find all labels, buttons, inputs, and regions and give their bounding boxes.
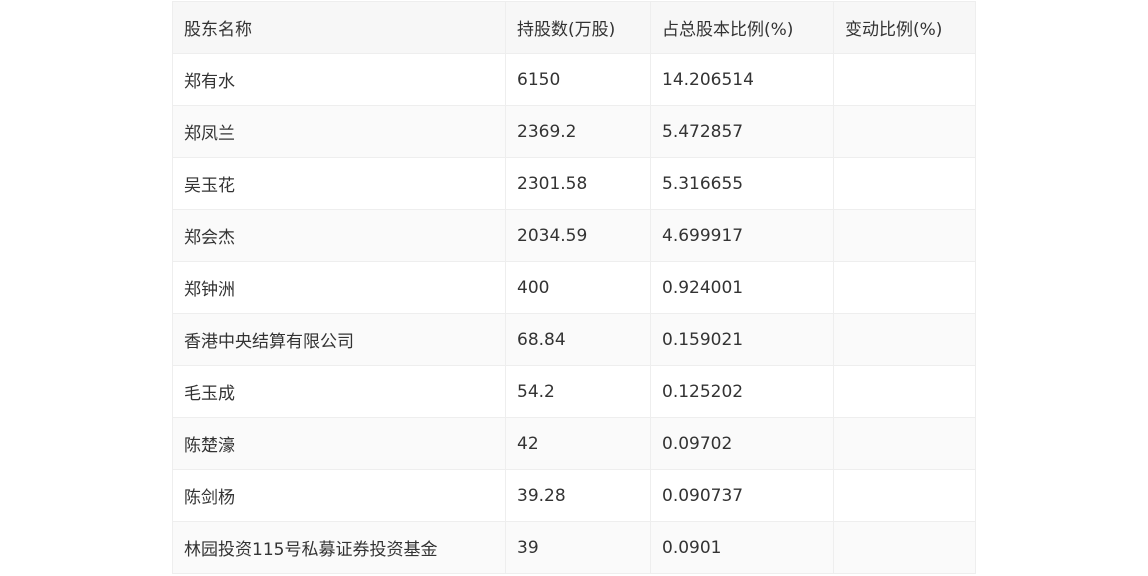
table-row: 郑会杰 2034.59 4.699917 (172, 209, 976, 262)
cell-change-ratio (833, 105, 976, 158)
cell-share-ratio: 0.125202 (650, 365, 834, 418)
table-row: 毛玉成 54.2 0.125202 (172, 365, 976, 418)
cell-shareholder-name: 毛玉成 (172, 365, 506, 418)
cell-share-ratio: 5.316655 (650, 157, 834, 210)
cell-share-ratio: 0.924001 (650, 261, 834, 314)
table-row: 郑有水 6150 14.206514 (172, 53, 976, 106)
shareholders-table-container: 股东名称 持股数(万股) 占总股本比例(%) 变动比例(%) 郑有水 6150 … (172, 1, 976, 574)
cell-shareholder-name: 香港中央结算有限公司 (172, 313, 506, 366)
cell-share-ratio: 14.206514 (650, 53, 834, 106)
cell-shareholder-name: 郑钟洲 (172, 261, 506, 314)
cell-change-ratio (833, 53, 976, 106)
cell-shareholder-name: 吴玉花 (172, 157, 506, 210)
table-header-row: 股东名称 持股数(万股) 占总股本比例(%) 变动比例(%) (172, 1, 976, 54)
table-row: 陈剑杨 39.28 0.090737 (172, 469, 976, 522)
cell-change-ratio (833, 417, 976, 470)
table-row: 郑凤兰 2369.2 5.472857 (172, 105, 976, 158)
cell-shareholder-name: 郑有水 (172, 53, 506, 106)
header-change-ratio: 变动比例(%) (833, 1, 976, 54)
cell-shareholder-name: 郑会杰 (172, 209, 506, 262)
table-row: 香港中央结算有限公司 68.84 0.159021 (172, 313, 976, 366)
cell-shares-held: 39.28 (505, 469, 651, 522)
cell-share-ratio: 5.472857 (650, 105, 834, 158)
cell-change-ratio (833, 469, 976, 522)
header-shares-held: 持股数(万股) (505, 1, 651, 54)
cell-shares-held: 2034.59 (505, 209, 651, 262)
cell-shareholder-name: 陈剑杨 (172, 469, 506, 522)
cell-share-ratio: 0.090737 (650, 469, 834, 522)
cell-share-ratio: 0.159021 (650, 313, 834, 366)
cell-shares-held: 2301.58 (505, 157, 651, 210)
cell-shareholder-name: 郑凤兰 (172, 105, 506, 158)
cell-change-ratio (833, 313, 976, 366)
cell-change-ratio (833, 521, 976, 574)
cell-shares-held: 39 (505, 521, 651, 574)
shareholders-table: 股东名称 持股数(万股) 占总股本比例(%) 变动比例(%) 郑有水 6150 … (172, 1, 976, 574)
cell-change-ratio (833, 157, 976, 210)
cell-share-ratio: 0.0901 (650, 521, 834, 574)
table-row: 林园投资115号私募证券投资基金 39 0.0901 (172, 521, 976, 574)
header-share-ratio: 占总股本比例(%) (650, 1, 834, 54)
table-row: 陈楚濠 42 0.09702 (172, 417, 976, 470)
cell-shares-held: 54.2 (505, 365, 651, 418)
cell-share-ratio: 0.09702 (650, 417, 834, 470)
cell-shareholder-name: 陈楚濠 (172, 417, 506, 470)
cell-shareholder-name: 林园投资115号私募证券投资基金 (172, 521, 506, 574)
cell-shares-held: 68.84 (505, 313, 651, 366)
cell-change-ratio (833, 365, 976, 418)
table-row: 郑钟洲 400 0.924001 (172, 261, 976, 314)
table-row: 吴玉花 2301.58 5.316655 (172, 157, 976, 210)
cell-share-ratio: 4.699917 (650, 209, 834, 262)
header-shareholder-name: 股东名称 (172, 1, 506, 54)
cell-shares-held: 6150 (505, 53, 651, 106)
cell-shares-held: 42 (505, 417, 651, 470)
cell-change-ratio (833, 261, 976, 314)
cell-shares-held: 400 (505, 261, 651, 314)
cell-change-ratio (833, 209, 976, 262)
cell-shares-held: 2369.2 (505, 105, 651, 158)
